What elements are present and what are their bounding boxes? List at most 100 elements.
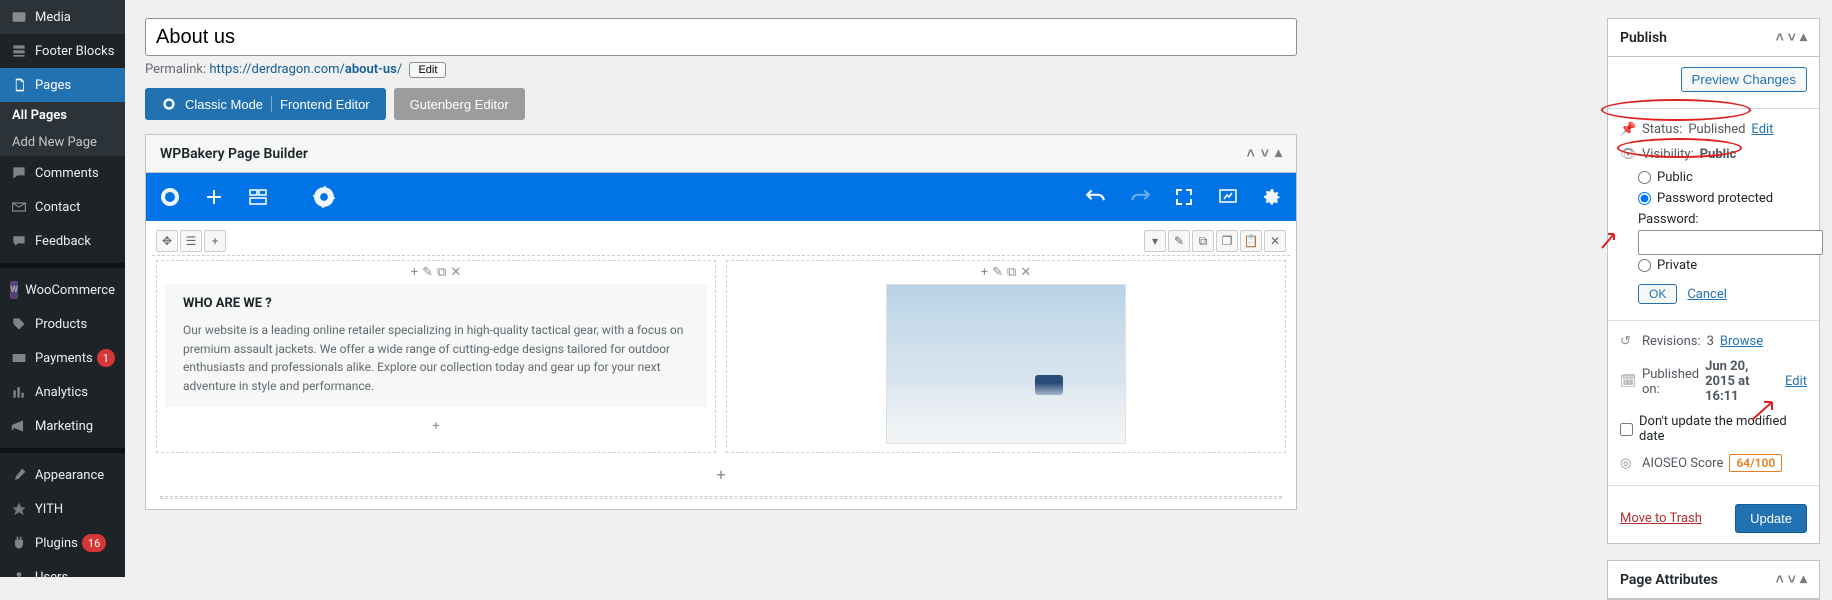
status-edit-link[interactable]: Edit: [1751, 122, 1773, 137]
undo-icon[interactable]: [1084, 185, 1108, 209]
redo-icon[interactable]: [1128, 185, 1152, 209]
feedback-icon: [10, 232, 28, 250]
submenu-all-pages[interactable]: All Pages: [0, 102, 125, 129]
row-copy-icon[interactable]: ⧉: [1192, 230, 1214, 252]
sidebar-item-comments[interactable]: Comments: [0, 156, 125, 190]
panel-toggle-icon[interactable]: ▴: [1275, 145, 1282, 162]
row-paste-icon[interactable]: 📋: [1240, 230, 1262, 252]
sidebar-item-marketing[interactable]: Marketing: [0, 409, 125, 443]
col-add-icon[interactable]: +: [411, 265, 418, 280]
visibility-private-option[interactable]: Private: [1620, 255, 1807, 276]
visibility-password-option[interactable]: Password protected: [1620, 188, 1807, 209]
cancel-link[interactable]: Cancel: [1687, 287, 1727, 302]
sidebar-item-media[interactable]: Media: [0, 0, 125, 34]
col-delete-icon[interactable]: ✕: [450, 265, 461, 280]
col-edit-icon[interactable]: ✎: [992, 265, 1003, 280]
col-delete-icon[interactable]: ✕: [1020, 265, 1031, 280]
row-collapse-icon[interactable]: ▾: [1144, 230, 1166, 252]
sidebar-item-footer-blocks[interactable]: Footer Blocks: [0, 34, 125, 68]
calendar-icon: 🗓: [1620, 374, 1636, 389]
sidebar-item-contact[interactable]: Contact: [0, 190, 125, 224]
metabox-toggle-icon[interactable]: ▴: [1800, 29, 1807, 46]
fullscreen-icon[interactable]: [1172, 185, 1196, 209]
row-placeholder: [160, 496, 1282, 499]
row-add-icon[interactable]: +: [204, 230, 226, 252]
row-move-icon[interactable]: ✥: [156, 230, 178, 252]
column-right: + ✎ ⧉ ✕: [726, 260, 1286, 453]
image-block[interactable]: [735, 284, 1277, 444]
yith-icon: [10, 500, 28, 518]
update-button[interactable]: Update: [1735, 504, 1807, 533]
sidebar-item-pages[interactable]: Pages: [0, 68, 125, 102]
metabox-up-icon[interactable]: ˄: [1776, 29, 1784, 46]
add-row-plus[interactable]: +: [152, 457, 1290, 492]
wpbakery-canvas: ✥ ☰ + ▾ ✎ ⧉ ❐ 📋 ✕: [146, 221, 1296, 509]
template-icon[interactable]: [246, 185, 270, 209]
row-layout-icon[interactable]: ☰: [180, 230, 202, 252]
metabox-down-icon[interactable]: ˅: [1788, 571, 1796, 588]
sidebar-item-woocommerce[interactable]: WWooCommerce: [0, 273, 125, 307]
col-add-plus[interactable]: +: [157, 415, 715, 438]
column-left: + ✎ ⧉ ✕ WHO ARE WE ? Our website is a le…: [156, 260, 716, 453]
aioseo-label: AIOSEO Score: [1642, 456, 1723, 471]
permalink-edit-button[interactable]: Edit: [409, 62, 446, 78]
col-copy-icon[interactable]: ⧉: [437, 265, 446, 280]
wpbakery-panel: WPBakery Page Builder ˄ ˅ ▴: [145, 134, 1297, 510]
gutenberg-button[interactable]: Gutenberg Editor: [394, 88, 525, 120]
password-input[interactable]: [1638, 230, 1823, 255]
visibility-public-option[interactable]: Public: [1620, 167, 1807, 188]
wpb-logo-icon[interactable]: [158, 185, 182, 209]
metabox-down-icon[interactable]: ˅: [1788, 29, 1796, 46]
badge-count: 16: [82, 534, 106, 552]
sidebar-item-analytics[interactable]: Analytics: [0, 375, 125, 409]
revisions-icon: ↺: [1620, 334, 1636, 349]
panel-down-icon[interactable]: ˅: [1261, 145, 1269, 162]
browse-revisions-link[interactable]: Browse: [1720, 334, 1763, 349]
radio-password[interactable]: [1638, 192, 1651, 205]
sidebar-item-products[interactable]: Products: [0, 307, 125, 341]
sidebar-item-plugins[interactable]: Plugins16: [0, 526, 125, 560]
sidebar-label: Users: [35, 570, 68, 578]
text-block-body: Our website is a leading online retailer…: [183, 321, 689, 395]
settings-gear-icon[interactable]: [312, 185, 336, 209]
metabox-toggle-icon[interactable]: ▴: [1800, 571, 1807, 588]
gear-icon[interactable]: [1260, 185, 1284, 209]
col-add-icon[interactable]: +: [981, 265, 988, 280]
badge-count: 1: [97, 349, 115, 367]
permalink-link[interactable]: https://derdragon.com/about-us/: [209, 62, 402, 77]
classic-frontend-button[interactable]: Classic Mode Frontend Editor: [145, 88, 386, 120]
row-edit-icon[interactable]: ✎: [1168, 230, 1190, 252]
radio-public[interactable]: [1638, 171, 1651, 184]
comments-icon: [10, 164, 28, 182]
sidebar-item-users[interactable]: Users: [0, 560, 125, 577]
sidebar-submenu-pages: All Pages Add New Page: [0, 102, 125, 156]
sidebar-item-feedback[interactable]: Feedback: [0, 224, 125, 258]
row-delete-icon[interactable]: ✕: [1264, 230, 1286, 252]
col-copy-icon[interactable]: ⧉: [1007, 265, 1016, 280]
dont-update-checkbox[interactable]: [1620, 423, 1633, 436]
payments-icon: [10, 349, 28, 367]
metabox-up-icon[interactable]: ˄: [1776, 571, 1784, 588]
submenu-add-new-page[interactable]: Add New Page: [0, 129, 125, 156]
preview-icon[interactable]: [1216, 185, 1240, 209]
snowmobile-image: [886, 284, 1126, 444]
sidebar-item-yith[interactable]: YITH: [0, 492, 125, 526]
col-edit-icon[interactable]: ✎: [422, 265, 433, 280]
ok-button[interactable]: OK: [1638, 284, 1677, 304]
status-value: Published: [1688, 122, 1745, 137]
published-edit-link[interactable]: Edit: [1785, 374, 1807, 389]
row-clone-icon[interactable]: ❐: [1216, 230, 1238, 252]
sidebar-item-payments[interactable]: Payments1: [0, 341, 125, 375]
panel-up-icon[interactable]: ˄: [1247, 145, 1255, 162]
contact-icon: [10, 198, 28, 216]
page-title-input[interactable]: [145, 18, 1297, 56]
editor-modes: Classic Mode Frontend Editor Gutenberg E…: [145, 88, 1587, 120]
preview-changes-button[interactable]: Preview Changes: [1681, 67, 1807, 92]
permalink-row: Permalink: https://derdragon.com/about-u…: [145, 62, 1587, 78]
text-block[interactable]: WHO ARE WE ? Our website is a leading on…: [165, 284, 707, 407]
radio-private[interactable]: [1638, 259, 1651, 272]
eye-icon: 👁: [1620, 147, 1636, 162]
move-to-trash-link[interactable]: Move to Trash: [1620, 511, 1702, 526]
sidebar-item-appearance[interactable]: Appearance: [0, 458, 125, 492]
add-element-icon[interactable]: [202, 185, 226, 209]
